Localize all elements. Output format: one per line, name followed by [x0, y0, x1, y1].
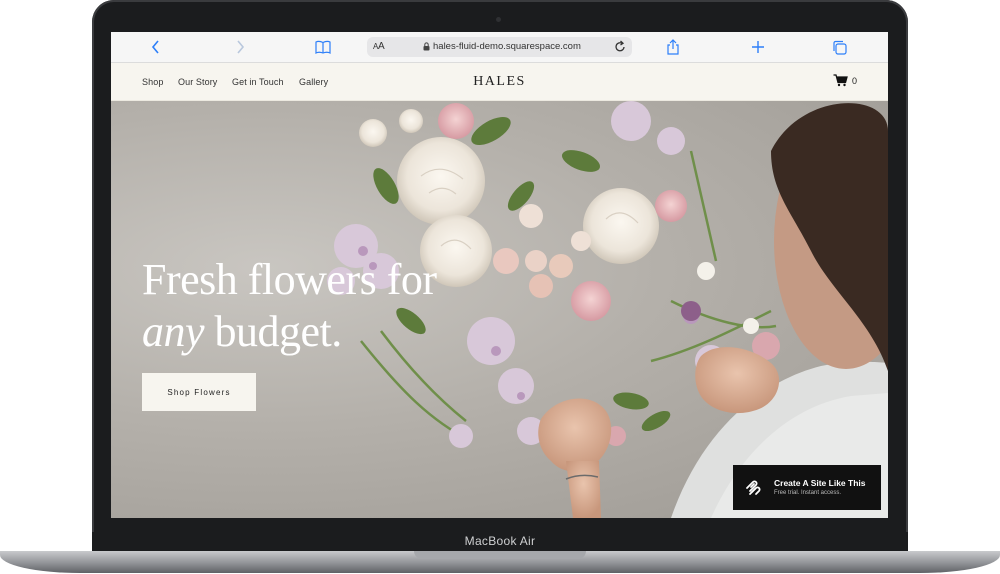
site-header: Shop Our Story Get in Touch Gallery HALE… — [111, 63, 888, 101]
hero-section: Fresh flowers for any budget. Shop Flowe… — [111, 101, 888, 518]
screen: AA hales-fluid-demo.squarespace.com Shop… — [111, 32, 888, 518]
reader-text-size-button[interactable]: AA — [373, 41, 385, 52]
cart-icon — [833, 74, 848, 87]
browser-toolbar: AA hales-fluid-demo.squarespace.com — [111, 32, 888, 63]
url-text: hales-fluid-demo.squarespace.com — [433, 41, 581, 52]
headline-line-1: Fresh flowers for — [142, 255, 437, 304]
forward-icon[interactable] — [235, 38, 245, 56]
new-tab-icon[interactable] — [751, 38, 765, 56]
tabs-overview-icon[interactable] — [832, 38, 847, 56]
headline-italic-word: any — [142, 307, 205, 356]
address-bar[interactable]: AA hales-fluid-demo.squarespace.com — [367, 37, 632, 57]
badge-title: Create A Site Like This — [774, 478, 866, 488]
cart-button[interactable]: 0 — [833, 74, 857, 87]
site-logo[interactable]: HALES — [111, 74, 888, 90]
device-label: MacBook Air — [464, 534, 536, 548]
hero-headline: Fresh flowers for any budget. — [142, 254, 437, 358]
shop-flowers-button[interactable]: Shop Flowers — [142, 373, 256, 411]
camera — [496, 17, 501, 22]
lock-icon — [423, 42, 430, 54]
laptop-lid-notch — [414, 551, 586, 559]
share-icon[interactable] — [666, 38, 680, 56]
reload-icon[interactable] — [614, 40, 626, 56]
squarespace-logo-icon — [745, 480, 761, 501]
bookmarks-icon[interactable] — [315, 38, 331, 56]
headline-line-2: any budget. — [142, 306, 437, 358]
squarespace-create-site-badge[interactable]: Create A Site Like This Free trial. Inst… — [733, 465, 881, 510]
laptop-mockup: AA hales-fluid-demo.squarespace.com Shop… — [0, 0, 1000, 574]
headline-line-2-rest: budget. — [204, 307, 343, 356]
badge-subtitle: Free trial. Instant access. — [774, 490, 842, 496]
cart-count: 0 — [852, 75, 858, 86]
back-icon[interactable] — [151, 38, 161, 56]
aa-big: A — [378, 41, 385, 52]
